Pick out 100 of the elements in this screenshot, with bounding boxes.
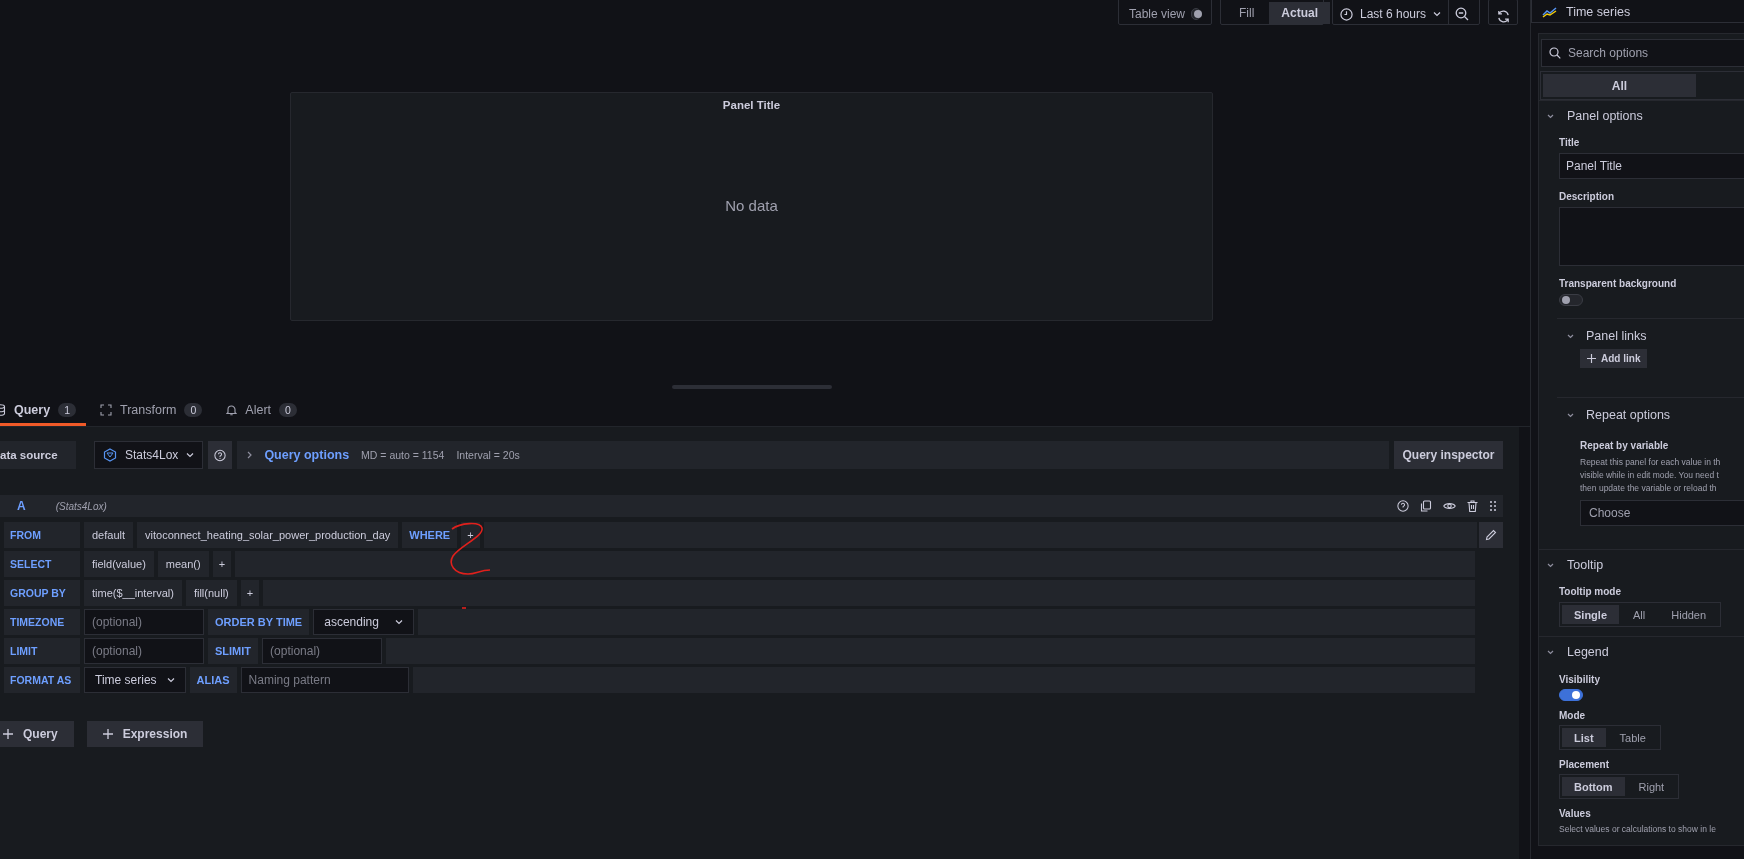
drag-handle-icon[interactable] (1489, 500, 1497, 512)
no-data-message: No data (725, 197, 778, 214)
chevron-icon[interactable] (247, 451, 253, 459)
title-input[interactable]: Panel Title (1559, 153, 1744, 179)
segment-option[interactable]: Hidden (1659, 605, 1719, 624)
field-label: Description (1559, 191, 1615, 202)
field-label: Placement (1559, 759, 1611, 770)
edit-button[interactable] (1479, 522, 1503, 548)
field-label: Repeat by variable (1580, 440, 1670, 451)
filter-tab[interactable]: All (1543, 74, 1696, 97)
add-segment-button[interactable]: + (212, 551, 232, 577)
panel-title: Panel Title (722, 99, 781, 111)
segment-option[interactable]: Table (1607, 728, 1658, 747)
section-title[interactable]: Panel links (1586, 329, 1647, 343)
clause-label: WHERE (402, 522, 458, 548)
add-button[interactable]: Expression (86, 721, 204, 747)
query-options-summary: Interval = 20s (456, 449, 520, 461)
editor-tab[interactable]: Alert 0 (226, 400, 307, 426)
clause-label: ORDER BY TIME (208, 609, 310, 635)
toggle-switch[interactable] (1559, 294, 1583, 306)
data-source-label: ata source (0, 441, 76, 469)
segment-option[interactable]: Single (1562, 605, 1619, 624)
chevron-icon[interactable] (1547, 562, 1554, 568)
section-title[interactable]: Repeat options (1586, 408, 1671, 422)
search-icon (1549, 47, 1561, 59)
clause-label: SELECT (4, 551, 80, 577)
clause-label: SLIMIT (208, 638, 259, 664)
query-inspector-button[interactable]: Query inspector (1394, 441, 1503, 469)
section-title[interactable]: Tooltip (1567, 558, 1604, 572)
clause-label: GROUP BY (4, 580, 80, 606)
add-link-button[interactable]: Add link (1580, 349, 1648, 368)
field-label: Transparent background (1559, 278, 1678, 289)
variable-select[interactable]: Choose (1580, 500, 1744, 526)
ref-letter[interactable]: A (17, 499, 26, 513)
refresh-button[interactable] (1488, 0, 1518, 25)
visualization-picker[interactable]: Time series (1531, 0, 1744, 23)
caret-icon (395, 619, 404, 625)
add-button[interactable]: Query (0, 721, 74, 747)
chevron-icon[interactable] (1567, 333, 1574, 339)
query-segment[interactable]: fill(null) (185, 580, 237, 606)
segment-option[interactable]: Bottom (1562, 777, 1625, 796)
clause-label: LIMIT (4, 638, 80, 664)
field-label: Tooltip mode (1559, 586, 1623, 597)
plus-icon (1587, 354, 1596, 363)
dropdown-select[interactable]: ascending (313, 609, 415, 635)
chevron-icon[interactable] (1567, 412, 1574, 418)
eye-icon[interactable] (1443, 501, 1456, 511)
help-icon (214, 448, 227, 462)
query-segment[interactable]: time($__interval) (84, 580, 182, 606)
refresh-icon (1495, 8, 1511, 24)
hexagon-icon (103, 448, 117, 462)
field-label: Visibility (1559, 674, 1601, 685)
description-text: visible while in edit mode. You need t (1580, 469, 1720, 482)
table-view-label: Table view (1128, 6, 1187, 21)
editor-tab[interactable]: Transform 0 (100, 400, 213, 426)
query-options-link[interactable]: Query options (264, 448, 350, 462)
plus-icon (102, 729, 113, 739)
clock-icon (1340, 7, 1353, 21)
toggle-switch[interactable] (1191, 8, 1201, 20)
expand-icon (100, 404, 112, 416)
field-label: Title (1559, 137, 1581, 148)
query-segment[interactable]: mean() (157, 551, 209, 577)
dropdown-select[interactable]: Time series (84, 667, 186, 693)
segment-option[interactable]: All (1621, 605, 1658, 624)
search-field[interactable]: Search options (1541, 39, 1744, 67)
section-title[interactable]: Panel options (1567, 109, 1643, 123)
segment-option[interactable]: Right (1626, 777, 1677, 796)
copy-icon[interactable] (1420, 500, 1432, 512)
view-mode-button[interactable]: Fill (1224, 2, 1270, 24)
help-button[interactable] (208, 441, 233, 469)
data-source-select[interactable]: Stats4Lox (94, 441, 204, 469)
clause-label: FROM (4, 522, 80, 548)
clause-label: TIMEZONE (4, 609, 80, 635)
caret-icon (186, 452, 195, 458)
section-title[interactable]: Legend (1567, 645, 1609, 659)
segment-option[interactable]: List (1562, 728, 1606, 747)
add-segment-button[interactable]: + (240, 580, 260, 606)
description-field[interactable] (1559, 207, 1744, 266)
text-input[interactable]: (optional) (84, 638, 204, 664)
query-segment[interactable]: vitoconnect_heating_solar_power_production_day (137, 522, 399, 548)
query-segment[interactable]: default (84, 522, 134, 548)
chevron-icon[interactable] (1547, 649, 1554, 655)
text-input[interactable]: (optional) (84, 609, 204, 635)
caret-icon (1433, 11, 1442, 17)
chevron-icon[interactable] (1547, 113, 1554, 119)
text-input[interactable]: (optional) (262, 638, 383, 664)
clause-label: ALIAS (189, 667, 237, 693)
field-label: Values (1559, 808, 1592, 819)
query-options-summary: MD = auto = 1154 (361, 449, 445, 461)
view-mode-button[interactable]: Actual (1269, 2, 1330, 24)
caret-icon (166, 677, 175, 683)
bell-icon (226, 404, 238, 416)
toggle-switch[interactable] (1559, 689, 1583, 701)
text-input[interactable]: Naming pattern (240, 667, 409, 693)
query-segment[interactable]: field(value) (84, 551, 154, 577)
description-text: then update the variable or reload th (1580, 482, 1718, 495)
query-data-source: (Stats4Lox) (55, 500, 107, 512)
help-icon[interactable] (1397, 500, 1409, 512)
trash-icon[interactable] (1467, 500, 1478, 512)
plus-icon (3, 729, 13, 739)
